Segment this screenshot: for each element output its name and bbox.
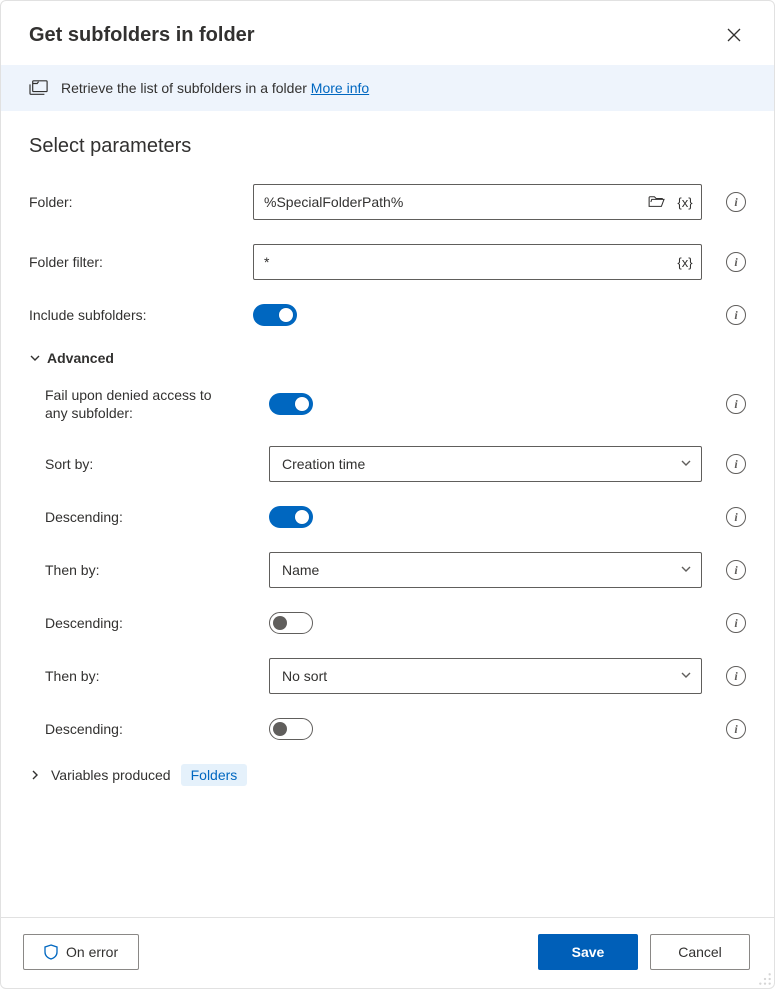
row-fail-denied: Fail upon denied access to any subfolder…	[29, 386, 746, 422]
dialog-content: Select parameters Folder: {x} i Folder f…	[1, 111, 774, 917]
close-button[interactable]	[718, 19, 750, 51]
banner-text: Retrieve the list of subfolders in a fol…	[61, 80, 369, 96]
folder-filter-input[interactable]	[253, 244, 702, 280]
fail-denied-toggle[interactable]	[269, 393, 313, 415]
variables-produced-toggle[interactable]: Variables produced Folders	[29, 764, 746, 786]
info-icon[interactable]: i	[726, 719, 746, 739]
row-desc2: Descending: i	[29, 612, 746, 634]
section-title: Select parameters	[29, 135, 746, 158]
dialog: Get subfolders in folder Retrieve the li…	[0, 0, 775, 989]
then-by1-label: Then by:	[29, 561, 261, 579]
sort-by-label: Sort by:	[29, 455, 261, 473]
info-icon[interactable]: i	[726, 507, 746, 527]
desc3-label: Descending:	[29, 720, 261, 738]
row-desc3: Descending: i	[29, 718, 746, 740]
advanced-section-toggle[interactable]: Advanced	[29, 350, 746, 366]
info-banner: Retrieve the list of subfolders in a fol…	[1, 65, 774, 111]
info-icon[interactable]: i	[726, 394, 746, 414]
info-icon[interactable]: i	[726, 305, 746, 325]
row-sort-by: Sort by: Creation time i	[29, 446, 746, 482]
dialog-header: Get subfolders in folder	[1, 1, 774, 65]
info-icon[interactable]: i	[726, 560, 746, 580]
row-desc1: Descending: i	[29, 506, 746, 528]
desc3-toggle[interactable]	[269, 718, 313, 740]
on-error-button[interactable]: On error	[23, 934, 139, 970]
info-icon[interactable]: i	[726, 613, 746, 633]
variables-produced-label: Variables produced	[51, 767, 171, 783]
info-icon[interactable]: i	[726, 252, 746, 272]
variable-picker-icon[interactable]: {x}	[672, 189, 698, 215]
then-by2-select[interactable]: No sort	[269, 658, 702, 694]
include-subfolders-toggle[interactable]	[253, 304, 297, 326]
fail-denied-label: Fail upon denied access to any subfolder…	[29, 386, 229, 422]
row-include-subfolders: Include subfolders: i	[29, 304, 746, 326]
variable-badge[interactable]: Folders	[181, 764, 248, 786]
desc2-toggle[interactable]	[269, 612, 313, 634]
advanced-label: Advanced	[47, 350, 114, 366]
more-info-link[interactable]: More info	[311, 80, 369, 96]
desc1-toggle[interactable]	[269, 506, 313, 528]
sort-by-select[interactable]: Creation time	[269, 446, 702, 482]
info-icon[interactable]: i	[726, 192, 746, 212]
dialog-title: Get subfolders in folder	[29, 24, 255, 47]
shield-icon	[44, 944, 58, 960]
browse-folder-icon[interactable]	[644, 189, 670, 215]
folder-input[interactable]	[253, 184, 702, 220]
folders-icon	[29, 79, 49, 97]
folder-label: Folder:	[29, 193, 245, 211]
row-folder-filter: Folder filter: {x} i	[29, 244, 746, 280]
row-folder: Folder: {x} i	[29, 184, 746, 220]
desc1-label: Descending:	[29, 508, 261, 526]
row-then-by1: Then by: Name i	[29, 552, 746, 588]
then-by2-label: Then by:	[29, 667, 261, 685]
dialog-footer: On error Save Cancel	[1, 917, 774, 988]
desc2-label: Descending:	[29, 614, 261, 632]
include-subfolders-label: Include subfolders:	[29, 306, 245, 324]
chevron-down-icon	[29, 352, 41, 364]
close-icon	[727, 28, 741, 42]
chevron-right-icon	[29, 769, 41, 781]
folder-filter-label: Folder filter:	[29, 253, 245, 271]
info-icon[interactable]: i	[726, 666, 746, 686]
row-then-by2: Then by: No sort i	[29, 658, 746, 694]
variable-picker-icon[interactable]: {x}	[672, 249, 698, 275]
resize-grip-icon[interactable]	[758, 972, 772, 986]
then-by1-select[interactable]: Name	[269, 552, 702, 588]
cancel-button[interactable]: Cancel	[650, 934, 750, 970]
info-icon[interactable]: i	[726, 454, 746, 474]
save-button[interactable]: Save	[538, 934, 638, 970]
